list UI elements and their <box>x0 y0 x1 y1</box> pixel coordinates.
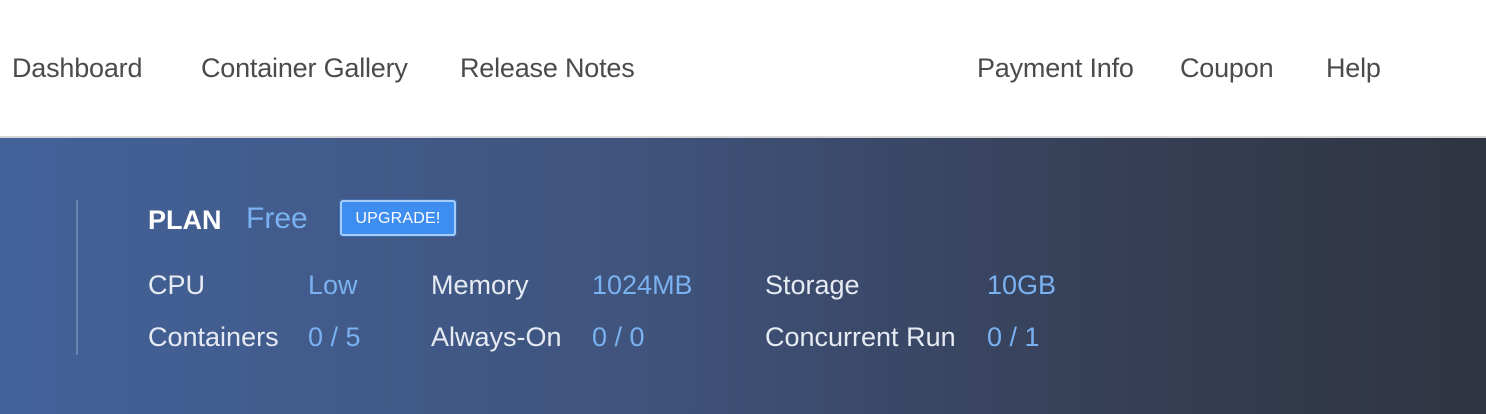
nav-link-dashboard[interactable]: Dashboard <box>12 50 142 86</box>
plan-value: Free <box>246 202 308 235</box>
containers-value: 0 / 5 <box>308 322 361 352</box>
nav-link-container-gallery[interactable]: Container Gallery <box>201 50 408 86</box>
nav-link-help[interactable]: Help <box>1326 50 1381 86</box>
always-on-label: Always-On <box>431 322 562 352</box>
concurrent-run-label: Concurrent Run <box>765 322 956 352</box>
nav-link-coupon[interactable]: Coupon <box>1180 50 1274 86</box>
nav-link-payment-info[interactable]: Payment Info <box>977 50 1134 86</box>
top-navigation: Dashboard Container Gallery Release Note… <box>0 0 1486 138</box>
nav-link-release-notes[interactable]: Release Notes <box>460 50 635 86</box>
always-on-value: 0 / 0 <box>592 322 645 352</box>
cpu-label: CPU <box>148 270 206 300</box>
memory-label: Memory <box>431 270 529 300</box>
plan-banner: PLAN Free UPGRADE! CPU Low Memory 1024MB… <box>0 138 1486 414</box>
containers-label: Containers <box>148 322 279 352</box>
upgrade-button[interactable]: UPGRADE! <box>340 200 456 236</box>
plan-label: PLAN <box>148 205 222 235</box>
storage-value: 10GB <box>987 270 1057 300</box>
vertical-divider <box>76 200 78 355</box>
memory-value: 1024MB <box>592 270 693 300</box>
storage-label: Storage <box>765 270 860 300</box>
concurrent-run-value: 0 / 1 <box>987 322 1040 352</box>
cpu-value: Low <box>308 270 358 300</box>
